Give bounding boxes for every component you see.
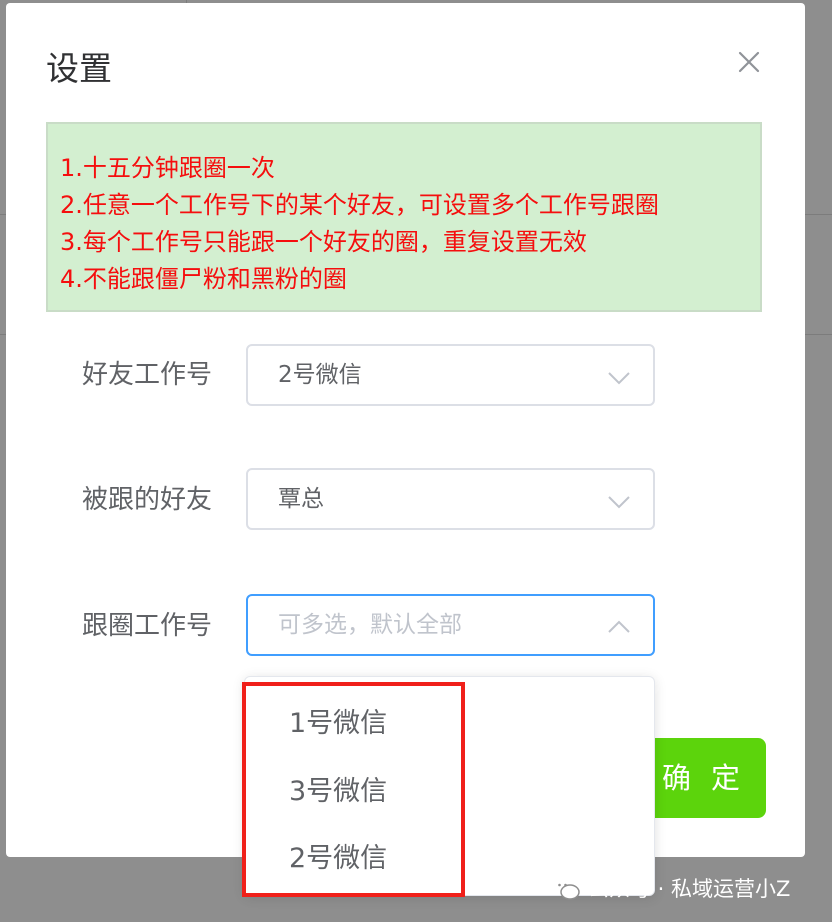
close-icon[interactable] [734,47,764,77]
dialog-title: 设置 [46,49,112,88]
friend-account-select[interactable]: 2号微信 [246,344,655,406]
followed-friend-label: 被跟的好友 [82,485,213,515]
friend-account-value: 2号微信 [278,362,362,388]
follow-accounts-select[interactable]: 可多选，默认全部 [246,594,655,656]
notice-line: 4.不能跟僵尸粉和黑粉的圈 [60,265,347,293]
friend-account-label: 好友工作号 [82,360,213,390]
chevron-down-icon [607,489,631,513]
follow-accounts-dropdown: 1号微信 3号微信 2号微信 [244,676,655,896]
notice-line: 1.十五分钟跟圈一次 [60,154,275,182]
followed-friend-select[interactable]: 覃总 [246,468,655,530]
dropdown-option[interactable]: 2号微信 [289,839,387,879]
chevron-up-icon [607,615,631,639]
follow-accounts-label: 跟圈工作号 [82,611,213,641]
chevron-down-icon [607,365,631,389]
followed-friend-value: 覃总 [278,486,324,512]
dropdown-option[interactable]: 1号微信 [289,704,387,744]
notice-line: 2.任意一个工作号下的某个好友，可设置多个工作号跟圈 [60,191,659,219]
watermark-text: 公众号 · 私域运营小Z [588,877,791,901]
wechat-icon [552,876,580,902]
notice-box: 1.十五分钟跟圈一次 2.任意一个工作号下的某个好友，可设置多个工作号跟圈 3.… [46,122,762,312]
follow-accounts-placeholder: 可多选，默认全部 [278,612,462,638]
dropdown-option[interactable]: 3号微信 [289,772,387,812]
notice-line: 3.每个工作号只能跟一个好友的圈，重复设置无效 [60,228,587,256]
